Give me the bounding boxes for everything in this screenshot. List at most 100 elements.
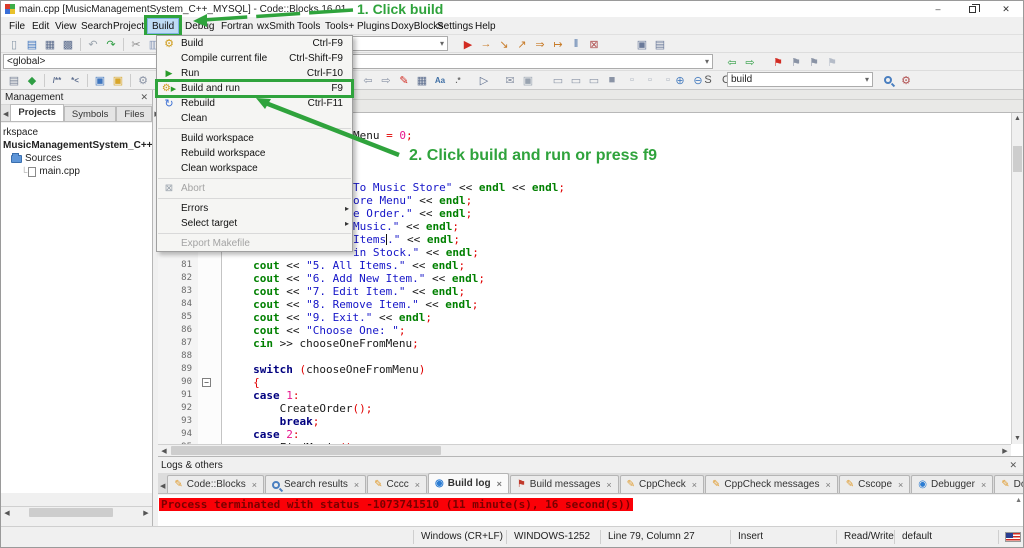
- menu-build[interactable]: Build: [143, 15, 183, 37]
- menu-tools[interactable]: Tools: [293, 18, 324, 34]
- build-menu-clean[interactable]: Clean: [157, 111, 352, 126]
- tab-close-icon[interactable]: ×: [606, 480, 611, 490]
- wx-filled-icon[interactable]: ■: [603, 73, 621, 88]
- print-icon[interactable]: ▤: [5, 73, 23, 88]
- open-file-icon[interactable]: ▤: [23, 37, 41, 52]
- codehelp-icon[interactable]: ▣: [109, 73, 127, 88]
- tab-close-icon[interactable]: ×: [415, 480, 420, 490]
- toggle-bookmark-icon[interactable]: ⚑: [769, 55, 787, 70]
- tabs-scroll-left-icon[interactable]: ◀: [1, 110, 10, 121]
- symbol-browse-icon[interactable]: *<: [66, 73, 84, 88]
- build-target-combo[interactable]: build ▾: [727, 72, 873, 87]
- tab-close-icon[interactable]: ×: [252, 480, 257, 490]
- build-menu-compile-current-file[interactable]: Compile current file Ctrl-Shift-F9: [157, 51, 352, 66]
- debug-info-icon[interactable]: ▤: [651, 37, 669, 52]
- pause-icon[interactable]: ‖: [567, 37, 585, 52]
- menu-help[interactable]: Help: [471, 18, 500, 34]
- wx-frame-icon[interactable]: ▣: [519, 73, 537, 88]
- fold-collapse-icon[interactable]: −: [202, 378, 211, 387]
- incremental-search-icon[interactable]: [879, 73, 897, 88]
- nav-forward-icon[interactable]: ⇨: [377, 73, 395, 88]
- restore-button[interactable]: [955, 1, 989, 17]
- build-menu-rebuild[interactable]: ↻ Rebuild Ctrl-F11: [157, 96, 352, 111]
- editor-hscrollbar[interactable]: ◀ ▶: [158, 444, 1011, 456]
- management-tab-files[interactable]: Files: [116, 106, 153, 121]
- management-tab-projects[interactable]: Projects: [10, 104, 64, 121]
- new-file-icon[interactable]: ▯: [5, 37, 23, 52]
- step-over-icon[interactable]: →: [477, 37, 495, 52]
- menu-wxsmith[interactable]: wxSmith: [253, 18, 299, 34]
- build-menu-abort[interactable]: ⊠ Abort: [157, 181, 352, 196]
- highlight-pen-icon[interactable]: ✎: [395, 73, 413, 88]
- log-tab-cppcheck-messages[interactable]: ✎ CppCheck messages ×: [705, 475, 838, 493]
- clear-bookmarks-icon[interactable]: ⚑: [823, 55, 841, 70]
- wx-panel-icon[interactable]: ▭: [567, 73, 585, 88]
- wx-border1-icon[interactable]: ▫: [623, 73, 641, 88]
- tab-close-icon[interactable]: ×: [692, 480, 697, 490]
- build-menu-clean-workspace[interactable]: Clean workspace: [157, 161, 352, 176]
- build-menu-build-workspace[interactable]: Build workspace: [157, 131, 352, 146]
- build-menu-run[interactable]: ▶ Run Ctrl-F10: [157, 66, 352, 81]
- nav-back-icon[interactable]: ⇦: [359, 73, 377, 88]
- source-s-icon[interactable]: S: [699, 73, 717, 88]
- save-icon[interactable]: ▦: [41, 37, 59, 52]
- library-icon[interactable]: ▦: [413, 73, 431, 88]
- build-menu-errors[interactable]: Errors ▸: [157, 201, 352, 216]
- log-scroll-up-icon[interactable]: ▲: [1015, 497, 1022, 504]
- prev-bookmark-icon[interactable]: ⚑: [787, 55, 805, 70]
- tab-close-icon[interactable]: ×: [825, 480, 830, 490]
- case-icon[interactable]: Aa: [431, 73, 449, 88]
- minimize-button[interactable]: –: [921, 1, 955, 17]
- log-tab-search-results[interactable]: Search results ×: [264, 475, 367, 493]
- log-tab-build-messages[interactable]: ⚑ Build messages ×: [509, 475, 619, 493]
- tree-item-musicmanagementsystem-c-m[interactable]: MusicManagementSystem_C++_M: [1, 139, 152, 152]
- goto-forward-icon[interactable]: ⇨: [741, 55, 759, 70]
- stop-debug-icon[interactable]: ⊠: [585, 37, 603, 52]
- log-tab-cppcheck[interactable]: ✎ CppCheck ×: [619, 475, 705, 493]
- debug-windows-icon[interactable]: ▣: [633, 37, 651, 52]
- log-tab-debugger[interactable]: ◉ Debugger ×: [911, 475, 994, 493]
- tree-item-sources[interactable]: Sources: [1, 152, 152, 165]
- menu-debug[interactable]: Debug: [181, 18, 218, 34]
- wx-dialog-icon[interactable]: ▭: [585, 73, 603, 88]
- build-menu-build-and-run[interactable]: ⚙▶ Build and run F9: [155, 79, 354, 98]
- tree-item-main-cpp[interactable]: └ main.cpp: [1, 165, 152, 178]
- log-tab-cccc[interactable]: ✎ Cccc ×: [367, 475, 428, 493]
- log-tabs-scroll-left-icon[interactable]: ◀: [158, 482, 167, 493]
- build-menu-export-makefile[interactable]: Export Makefile: [157, 236, 352, 251]
- close-button[interactable]: ✕: [989, 1, 1023, 17]
- build-menu-select-target[interactable]: Select target ▸: [157, 216, 352, 231]
- run-to-cursor-icon[interactable]: ⇒: [531, 37, 549, 52]
- zoom-in-icon[interactable]: ⊕: [671, 73, 689, 88]
- log-tab-code-blocks[interactable]: ✎ Code::Blocks ×: [167, 475, 264, 493]
- compiler-target-combo[interactable]: ▾: [350, 36, 448, 51]
- doc-comment-icon[interactable]: /**: [48, 73, 66, 88]
- step-out-icon[interactable]: ↗: [513, 37, 531, 52]
- log-tab-build-log[interactable]: ◉ Build log ×: [428, 473, 509, 493]
- tab-close-icon[interactable]: ×: [354, 480, 359, 490]
- wx-mail-icon[interactable]: ✉: [501, 73, 519, 88]
- tab-close-icon[interactable]: ×: [898, 480, 903, 490]
- debug-continue-icon[interactable]: ▶: [459, 37, 477, 52]
- cut-icon[interactable]: ✂: [127, 37, 145, 52]
- menu-fortran[interactable]: Fortran: [217, 18, 257, 34]
- log-tab-cscope[interactable]: ✎ Cscope ×: [838, 475, 911, 493]
- search-options-wrench-icon[interactable]: ⚙: [897, 73, 915, 88]
- management-close-icon[interactable]: ✕: [140, 92, 148, 103]
- menu-project[interactable]: Project: [109, 18, 148, 34]
- run-script-icon[interactable]: ◆: [23, 73, 41, 88]
- wx-border2-icon[interactable]: ▫: [641, 73, 659, 88]
- goto-back-icon[interactable]: ⇦: [723, 55, 741, 70]
- step-into-icon[interactable]: ↘: [495, 37, 513, 52]
- tree-item-rkspace[interactable]: rkspace: [1, 126, 152, 139]
- editor-vscrollbar[interactable]: ▲ ▼: [1011, 113, 1023, 444]
- menu-file[interactable]: File: [5, 18, 29, 34]
- management-tab-symbols[interactable]: Symbols: [63, 106, 117, 121]
- build-menu-rebuild-workspace[interactable]: Rebuild workspace: [157, 146, 352, 161]
- save-all-icon[interactable]: ▩: [59, 37, 77, 52]
- redo-icon[interactable]: ↷: [102, 37, 120, 52]
- logs-close-icon[interactable]: ✕: [1009, 460, 1017, 471]
- next-instruction-icon[interactable]: ↦: [549, 37, 567, 52]
- codecomplete-icon[interactable]: ▣: [91, 73, 109, 88]
- settings-wrench-icon[interactable]: ⚙: [134, 73, 152, 88]
